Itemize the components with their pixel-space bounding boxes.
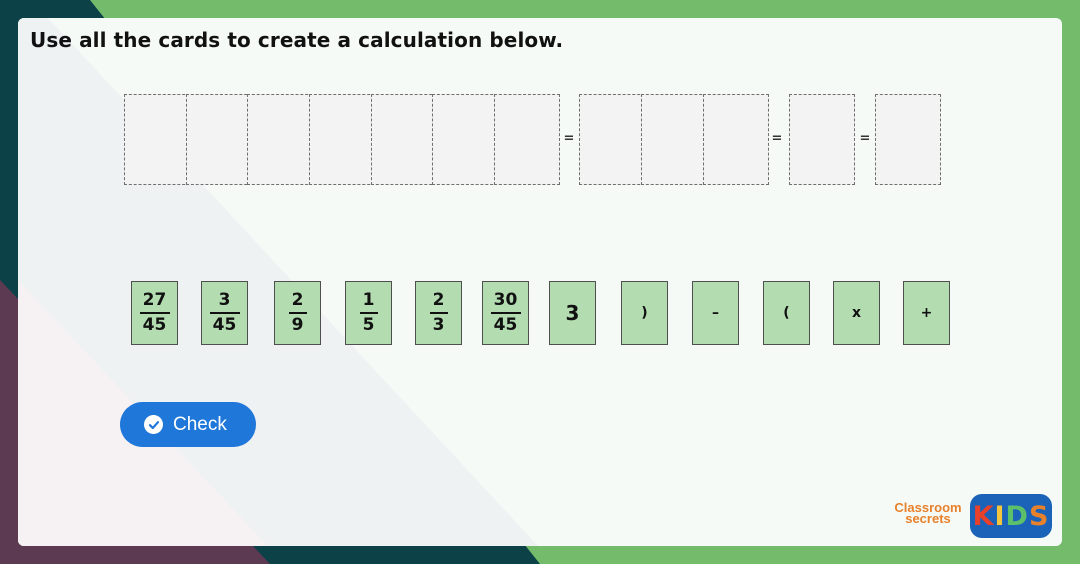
kids-letter: S	[1028, 500, 1050, 532]
equals-sign: =	[771, 131, 783, 146]
fraction-bar	[288, 312, 307, 314]
denominator: 5	[362, 315, 375, 335]
fraction-card[interactable]: 30 45	[482, 281, 529, 345]
numerator: 3	[218, 290, 231, 310]
fraction-card[interactable]: 23	[415, 281, 462, 345]
fraction-card[interactable]: 29	[274, 281, 321, 345]
fraction-bar	[209, 312, 240, 314]
check-circle-icon	[144, 415, 163, 434]
multiply-card[interactable]: x	[833, 281, 880, 345]
numerator: 27	[142, 290, 167, 310]
kids-letter: I	[994, 500, 1006, 532]
fraction-card[interactable]: 27 45	[131, 281, 178, 345]
denominator: 3	[432, 315, 445, 335]
numerator: 1	[362, 290, 375, 310]
equals-sign: =	[563, 131, 575, 146]
check-button[interactable]: Check	[120, 402, 256, 447]
activity-panel: Use all the cards to create a calculatio…	[18, 18, 1062, 546]
open-bracket-card[interactable]: (	[763, 281, 810, 345]
drop-slot[interactable]	[789, 94, 855, 185]
numerator: 30	[493, 290, 518, 310]
plus-card[interactable]: +	[903, 281, 950, 345]
fraction-bar	[359, 312, 378, 314]
minus-card[interactable]: –	[692, 281, 739, 345]
card-value: )	[641, 305, 648, 321]
instruction-title: Use all the cards to create a calculatio…	[30, 28, 564, 52]
equals-sign: =	[859, 131, 871, 146]
close-bracket-card[interactable]: )	[621, 281, 668, 345]
kids-logo: KIDS	[970, 494, 1052, 538]
drop-slot[interactable]	[124, 94, 190, 185]
fraction-bar	[429, 312, 448, 314]
check-button-label: Check	[173, 413, 227, 435]
drop-slot[interactable]	[641, 94, 707, 185]
drop-slot[interactable]	[247, 94, 313, 185]
card-value: 3	[565, 301, 580, 325]
card-value: –	[712, 305, 719, 321]
kids-letter: K	[972, 500, 995, 532]
number-card[interactable]: 3	[549, 281, 596, 345]
drop-slot[interactable]	[186, 94, 252, 185]
drop-slot[interactable]	[309, 94, 375, 185]
numerator: 2	[432, 290, 445, 310]
numerator: 2	[291, 290, 304, 310]
drop-slot[interactable]	[875, 94, 941, 185]
fraction-bar	[490, 312, 521, 314]
fraction-card[interactable]: 3 45	[201, 281, 248, 345]
classroom-secrets-logo: Classroom secrets	[888, 501, 968, 525]
drop-slot[interactable]	[432, 94, 498, 185]
card-value: x	[851, 305, 862, 321]
card-value: +	[920, 305, 933, 321]
fraction-card[interactable]: 15	[345, 281, 392, 345]
drop-slot[interactable]	[494, 94, 560, 185]
drop-slot[interactable]	[703, 94, 769, 185]
drop-slot[interactable]	[371, 94, 437, 185]
kids-letter: D	[1005, 500, 1029, 532]
drop-slot[interactable]	[579, 94, 645, 185]
denominator: 45	[493, 315, 518, 335]
denominator: 45	[142, 315, 167, 335]
card-value: (	[783, 305, 790, 321]
denominator: 9	[291, 315, 304, 335]
fraction-bar	[139, 312, 170, 314]
denominator: 45	[212, 315, 237, 335]
